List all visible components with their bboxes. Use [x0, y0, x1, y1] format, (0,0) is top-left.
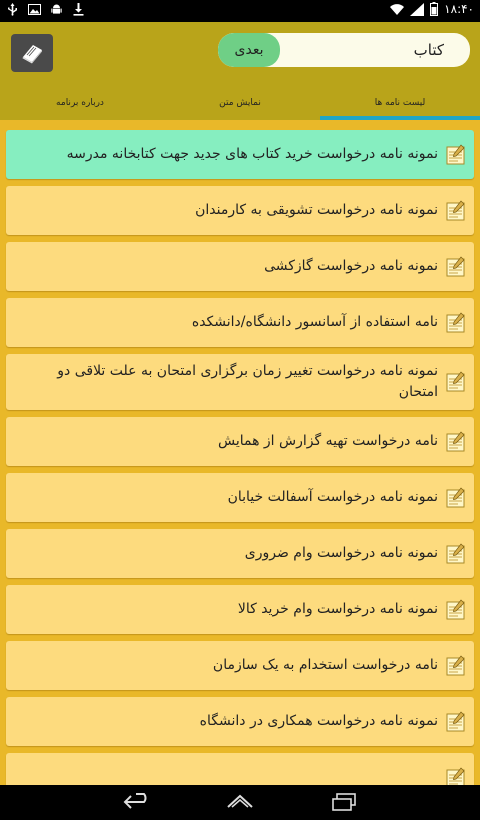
note-icon	[446, 143, 465, 164]
note-icon	[446, 766, 465, 785]
tab-bar: درباره برنامه نمایش متن لیست نامه ها	[0, 86, 480, 120]
note-icon	[446, 598, 465, 619]
letter-list-item[interactable]: نامه استفاده از آسانسور دانشگاه/دانشکده	[6, 298, 474, 347]
back-icon[interactable]	[122, 791, 154, 813]
note-icon	[446, 255, 465, 276]
letter-title: نمونه نامه درخواست خرید کتاب های جدید جه…	[66, 146, 438, 162]
note-icon	[446, 371, 465, 392]
letter-title: نامه استفاده از آسانسور دانشگاه/دانشکده	[191, 314, 438, 330]
letter-title: نامه درخواست استخدام به یک سازمان	[212, 657, 438, 673]
search-input[interactable]	[280, 33, 456, 67]
letter-list-item[interactable]: نمونه نامه درخواست همکاری در دانشگاه	[6, 697, 474, 746]
note-icon	[446, 199, 465, 220]
system-status: ۱۸:۴۰	[390, 2, 474, 16]
letter-title: نمونه نامه درخواست تشویقی به کارمندان	[195, 202, 438, 218]
status-bar: ۱۸:۴۰	[0, 0, 480, 22]
letter-list-item[interactable]: نمونه نامه درخواست وام ضروری	[6, 529, 474, 578]
signal-icon	[410, 2, 425, 16]
book-button[interactable]	[11, 34, 53, 72]
letter-title: نمونه نامه درخواست گازکشی	[264, 258, 438, 274]
clock: ۱۸:۴۰	[444, 2, 474, 16]
letters-list-area: نمونه نامه درخواست خرید کتاب های جدید جه…	[0, 120, 480, 785]
letter-list-item[interactable]: نمونه نامه درخواست آسفالت خیابان	[6, 473, 474, 522]
letter-list-item[interactable]: نامه درخواست تهیه گزارش از همایش	[6, 417, 474, 466]
battery-icon	[430, 2, 439, 16]
tab-about-app[interactable]: درباره برنامه	[0, 86, 160, 120]
recent-apps-icon[interactable]	[328, 791, 360, 813]
letter-list-item[interactable]: نمونه نامه درخواست تغییر زمان برگزاری ام…	[6, 354, 474, 410]
note-icon	[446, 430, 465, 451]
tab-letters-list[interactable]: لیست نامه ها	[320, 86, 480, 120]
letter-title: نمونه نامه درخواست آسفالت خیابان	[227, 489, 438, 505]
note-icon	[446, 654, 465, 675]
letter-title: نامه درخواست تهیه گزارش از همایش	[217, 433, 438, 449]
usb-icon	[8, 3, 17, 16]
wifi-icon	[390, 3, 405, 15]
tab-show-text[interactable]: نمایش متن	[160, 86, 320, 120]
letter-list-item[interactable]: نمونه نامه درخواست گازکشی	[6, 242, 474, 291]
letters-list: نمونه نامه درخواست خرید کتاب های جدید جه…	[0, 120, 480, 785]
letter-list-item[interactable]: نمونه نامه درخواست وام خرید کالا	[6, 585, 474, 634]
home-icon[interactable]	[224, 791, 256, 813]
image-icon	[28, 4, 41, 15]
next-button[interactable]: بعدی	[218, 33, 280, 67]
letter-title: نمونه نامه درخواست همکاری در دانشگاه	[199, 713, 438, 729]
letter-list-item[interactable]	[6, 753, 474, 785]
note-icon	[446, 710, 465, 731]
app-header: بعدی	[0, 22, 480, 86]
note-icon	[446, 486, 465, 507]
search-box: بعدی	[218, 33, 470, 67]
letter-list-item[interactable]: نامه درخواست استخدام به یک سازمان	[6, 641, 474, 690]
letter-list-item[interactable]: نمونه نامه درخواست تشویقی به کارمندان	[6, 186, 474, 235]
download-icon	[73, 3, 84, 16]
letter-title: نمونه نامه درخواست تغییر زمان برگزاری ام…	[57, 363, 438, 400]
letter-title: نمونه نامه درخواست وام خرید کالا	[237, 601, 438, 617]
letter-title: نمونه نامه درخواست وام ضروری	[244, 545, 438, 561]
note-icon	[446, 542, 465, 563]
navigation-bar	[0, 785, 480, 820]
note-icon	[446, 311, 465, 332]
book-icon	[22, 45, 42, 64]
letter-list-item[interactable]: نمونه نامه درخواست خرید کتاب های جدید جه…	[6, 130, 474, 179]
android-icon	[51, 4, 62, 14]
notification-icons	[6, 3, 85, 16]
